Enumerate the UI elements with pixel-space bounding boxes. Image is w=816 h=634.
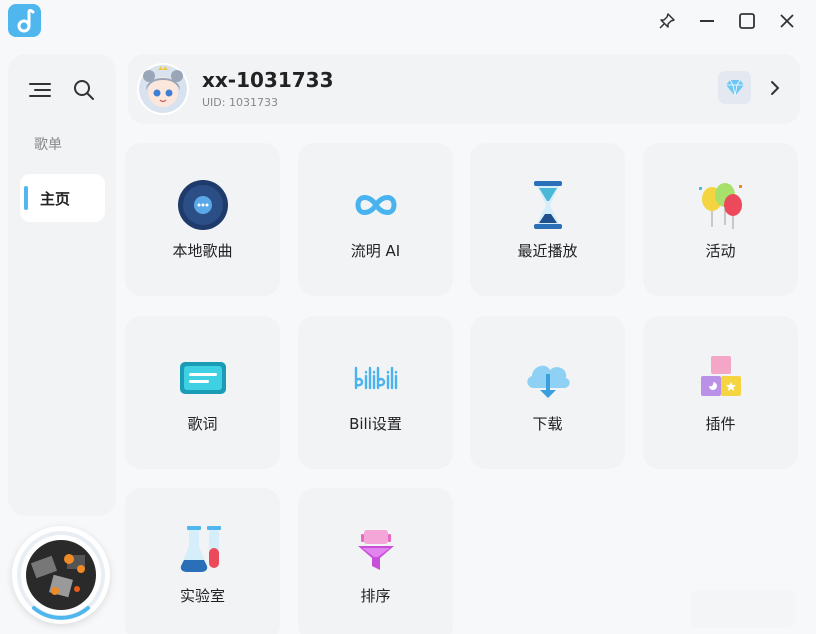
- tile-label: 流明 AI: [350, 242, 401, 260]
- tile-plugins[interactable]: 插件: [643, 316, 798, 469]
- tile-downloads[interactable]: 下载: [470, 316, 625, 469]
- tile-sort[interactable]: 排序: [298, 488, 453, 634]
- tile-recent-plays[interactable]: 最近播放: [470, 143, 625, 296]
- tile-lab[interactable]: 实验室: [125, 488, 280, 634]
- window-controls: [654, 8, 800, 34]
- pin-button[interactable]: [654, 8, 680, 34]
- mini-player[interactable]: [12, 526, 110, 624]
- lyrics-icon: [179, 362, 226, 394]
- progress-ring: [17, 531, 105, 620]
- maximize-button[interactable]: [734, 8, 760, 34]
- avatar[interactable]: [136, 62, 190, 120]
- minimize-button[interactable]: [694, 8, 720, 34]
- pin-icon: [659, 13, 675, 29]
- maximize-icon: [739, 13, 755, 29]
- avatar-image: [137, 63, 189, 115]
- tile-label: 最近播放: [517, 242, 578, 260]
- blocks-icon: [700, 356, 741, 396]
- music-note-icon: [17, 8, 34, 32]
- menu-icon: [29, 83, 51, 97]
- sidebar-item-label: 主页: [40, 189, 71, 208]
- tile-label: Bili设置: [349, 415, 402, 433]
- close-icon: [780, 14, 794, 28]
- profile-card: xx-1031733 UID: 1031733: [128, 54, 800, 124]
- tile-label: 下载: [532, 415, 563, 433]
- menu-button[interactable]: [28, 80, 52, 104]
- tile-local-songs[interactable]: 本地歌曲: [125, 143, 280, 296]
- username: xx-1031733: [202, 68, 334, 92]
- hourglass-icon: [533, 181, 562, 229]
- cloud-download-icon: [526, 365, 570, 398]
- tile-label: 实验室: [179, 587, 225, 605]
- user-id: UID: 1031733: [202, 96, 278, 109]
- search-button[interactable]: [72, 78, 96, 106]
- tile-label: 活动: [705, 242, 736, 260]
- active-indicator: [24, 186, 28, 210]
- chevron-right-icon: [771, 81, 779, 95]
- funnel-icon: [357, 530, 394, 570]
- tile-lyrics[interactable]: 歌词: [125, 316, 280, 469]
- playlist-section-label: 歌单: [34, 137, 62, 153]
- background-panel: [690, 590, 796, 628]
- tile-lumen-ai[interactable]: 流明 AI: [298, 143, 453, 296]
- profile-arrow-button[interactable]: [768, 79, 782, 101]
- sidebar: 歌单 主页: [8, 54, 116, 516]
- test-tubes-icon: [180, 526, 221, 572]
- tile-events[interactable]: 活动: [643, 143, 798, 296]
- close-button[interactable]: [774, 8, 800, 34]
- vip-button[interactable]: [718, 71, 751, 104]
- tile-label: 本地歌曲: [172, 242, 233, 260]
- diamond-icon: [725, 79, 744, 96]
- tile-label: 排序: [360, 587, 391, 605]
- vinyl-disc-icon: [177, 180, 228, 230]
- tile-bili-settings[interactable]: Bili设置: [298, 316, 453, 469]
- balloons-icon: [698, 183, 742, 229]
- minimize-icon: [700, 20, 714, 22]
- bilibili-icon: [354, 366, 397, 390]
- infinity-icon: [354, 195, 397, 215]
- tile-label: 歌词: [187, 415, 218, 433]
- search-icon: [74, 80, 94, 100]
- app-logo: [8, 4, 41, 37]
- sidebar-item-home[interactable]: 主页: [20, 174, 105, 222]
- tile-label: 插件: [705, 415, 736, 433]
